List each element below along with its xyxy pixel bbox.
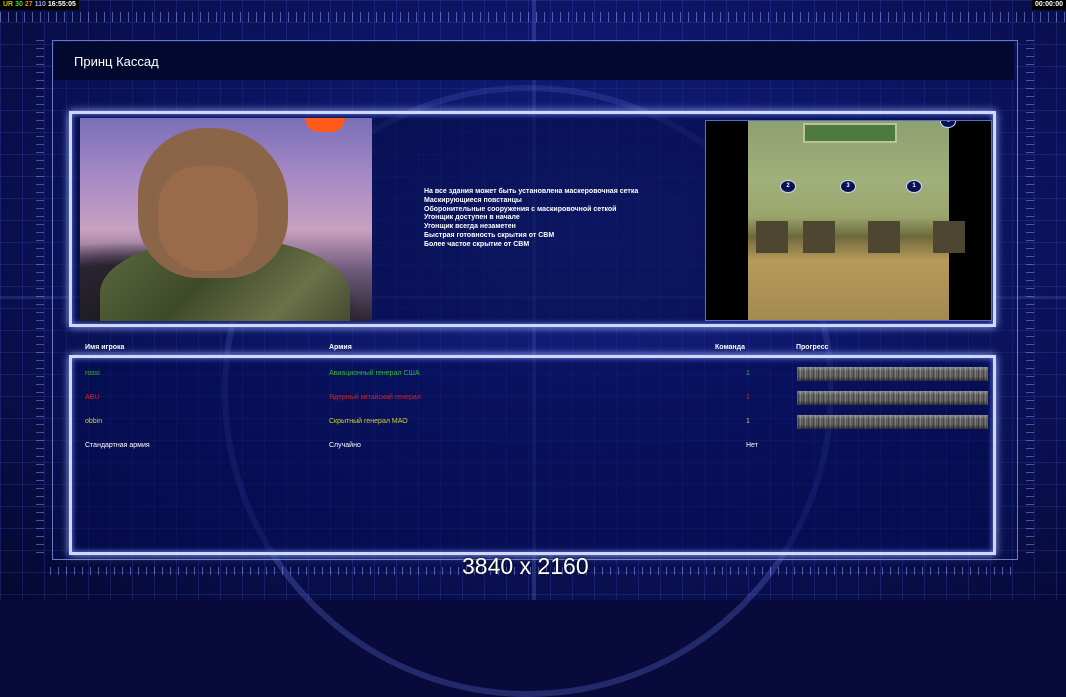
player-team: 1 <box>746 370 750 377</box>
map-wall <box>933 221 965 253</box>
player-army: Авиационный генерал США <box>329 370 420 377</box>
player-team: Нет <box>746 442 758 449</box>
sun-shape <box>305 118 345 132</box>
table-row: rossi Авиационный генерал США 1 <box>72 362 993 384</box>
status-bar-left: UR 30 27 110 16:55:05 <box>0 0 79 10</box>
player-army: Ядерный китайский генерал <box>329 394 421 401</box>
status-value-b: 30 <box>15 1 23 8</box>
resolution-label: 3840 x 2160 <box>462 553 589 579</box>
map-start-marker-4[interactable]: 4 <box>940 121 956 128</box>
player-name: Стандартная армия <box>85 442 150 449</box>
table-row: ABU Ядерный китайский генерал 1 <box>72 386 993 408</box>
header-player-name: Имя игрока <box>85 344 125 351</box>
map-lake <box>803 123 897 143</box>
progress-bar <box>797 415 988 429</box>
map-terrain <box>748 121 965 320</box>
player-name: ABU <box>85 394 100 401</box>
table-row: Стандартная армия Случайно Нет <box>72 434 993 456</box>
title-bar <box>54 42 1014 80</box>
status-value-c: 27 <box>24 1 33 8</box>
map-start-marker-3[interactable]: 3 <box>840 180 856 193</box>
progress-bar <box>797 367 988 381</box>
description-line: Оборонительные сооружения с маскировочно… <box>424 205 617 213</box>
map-wall <box>756 221 788 253</box>
map-start-marker-2[interactable]: 2 <box>780 180 796 193</box>
player-name: rossi <box>85 370 100 377</box>
portrait-face <box>158 166 258 271</box>
ruler-left <box>36 40 44 560</box>
page-title: Принц Кассад <box>74 54 159 69</box>
map-preview[interactable]: 2 3 1 4 <box>705 120 992 321</box>
general-description: На все здания может быть установлена мас… <box>424 188 638 250</box>
header-army: Армия <box>329 344 352 351</box>
map-start-marker-1[interactable]: 1 <box>906 180 922 193</box>
status-bar-right: 00:00:00 <box>1031 0 1066 10</box>
player-team: 1 <box>746 418 750 425</box>
table-row: obbin Скрытный генерал МАО 1 <box>72 410 993 432</box>
map-wall <box>803 221 835 253</box>
player-army: Случайно <box>329 442 361 449</box>
player-army: Скрытный генерал МАО <box>329 418 408 425</box>
ruler-top <box>0 12 1066 22</box>
player-name: obbin <box>85 418 103 425</box>
header-progress: Прогресс <box>796 344 829 351</box>
description-line: Угонщик всегда незаметен <box>424 223 516 231</box>
map-wall <box>868 221 900 253</box>
description-line: На все здания может быть установлена мас… <box>424 188 639 195</box>
description-line: Маскирующиеся повстанцы <box>424 196 522 204</box>
status-value-d: 110 <box>34 1 46 8</box>
ruler-right <box>1026 40 1034 560</box>
description-line: Угонщик доступен в начале <box>424 214 520 222</box>
progress-bar <box>797 391 988 405</box>
player-team: 1 <box>746 394 750 401</box>
description-line: Более частое скрытие от СВМ <box>424 240 530 248</box>
status-clock: 16:55:05 <box>47 1 76 8</box>
description-line: Быстрая готовность скрытия от СВМ <box>424 231 555 239</box>
general-portrait <box>80 118 372 321</box>
status-ur: UR <box>3 1 14 8</box>
header-team: Команда <box>715 344 745 351</box>
